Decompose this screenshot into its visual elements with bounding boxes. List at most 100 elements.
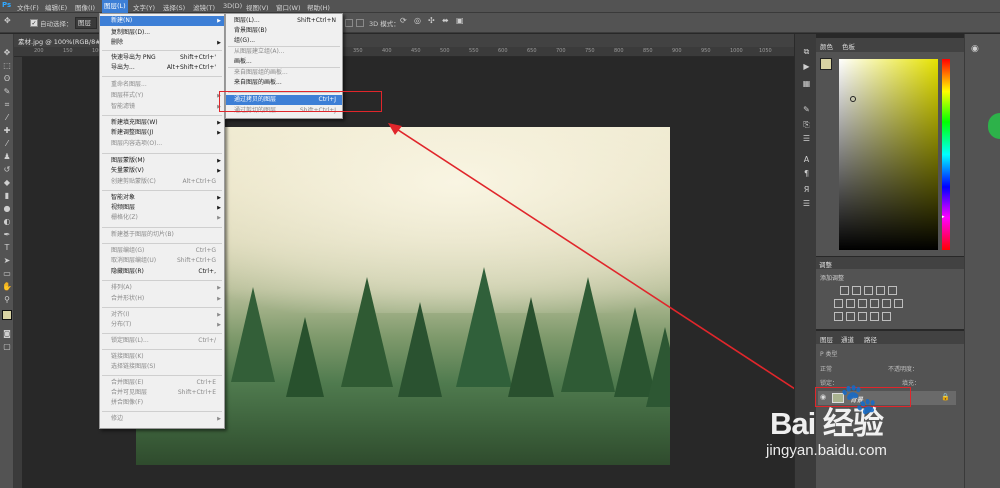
tab-color[interactable]: 颜色 [820, 41, 833, 51]
pen-icon[interactable]: ✒ [2, 230, 12, 240]
tab-paths[interactable]: 路径 [864, 334, 877, 344]
3d-roll-icon[interactable]: ◎ [414, 16, 421, 25]
eye-preview-icon[interactable]: ◉ [971, 44, 979, 54]
hue-slider[interactable]: ▸ [942, 59, 950, 250]
menu-select[interactable]: 选择(S) [163, 2, 185, 12]
layer-menu-item[interactable]: 智能对象 ▶ [100, 193, 224, 203]
layer-menu-item[interactable]: 新建(N) ▶ [100, 16, 224, 26]
vibrance-icon[interactable] [888, 286, 897, 295]
auto-select-dropdown[interactable]: 图层 [75, 17, 97, 29]
character-icon[interactable]: A [801, 154, 812, 165]
menu-window[interactable]: 窗口(W) [276, 2, 301, 12]
layer-menu-item[interactable]: 创建剪贴蒙版(C) Alt+Ctrl+G [100, 177, 224, 187]
blend-mode-select[interactable]: 正常 [820, 364, 832, 373]
3d-orbit-icon[interactable]: ⟳ [400, 16, 407, 25]
layer-menu-item[interactable]: 分布(T) ▶ [100, 320, 224, 330]
layer-menu-item[interactable]: 视频图层 ▶ [100, 203, 224, 213]
layer-menu-item[interactable]: 排列(A) ▶ [100, 283, 224, 293]
channel-mixer-icon[interactable] [882, 299, 891, 308]
new-submenu-item[interactable]: 背景图层(B) [226, 26, 342, 36]
layer-menu-item[interactable]: 快速导出为 PNG Shift+Ctrl+' [100, 53, 224, 63]
layer-menu-item[interactable]: 选择链接图层(S) [100, 362, 224, 372]
foreground-color-icon[interactable] [2, 310, 12, 320]
move-icon[interactable]: ✥ [2, 48, 12, 58]
eraser-icon[interactable]: ◆ [2, 178, 12, 188]
photo-filter-icon[interactable] [870, 299, 879, 308]
glyphs-icon[interactable]: Я [801, 184, 812, 195]
layer-comps-icon[interactable]: ⎘ [801, 119, 812, 130]
threshold-icon[interactable] [858, 312, 867, 321]
layer-menu-item[interactable]: 修边 ▶ [100, 414, 224, 424]
gradient-map-icon[interactable] [870, 312, 879, 321]
selective-color-icon[interactable] [882, 312, 891, 321]
layer-menu-item[interactable]: 智能滤镜 ▶ [100, 102, 224, 112]
layer-menu-item[interactable]: 新建填充图层(W) ▶ [100, 118, 224, 128]
align-icon[interactable] [345, 19, 353, 27]
menu-layer[interactable]: 图层(L) [102, 0, 128, 13]
layer-menu-item[interactable]: 隐藏图层(R) Ctrl+, [100, 267, 224, 277]
menu-file[interactable]: 文件(F) [17, 2, 39, 12]
menu-edit[interactable]: 编辑(E) [45, 2, 67, 12]
layer-menu-item[interactable]: 图层蒙版(M) ▶ [100, 156, 224, 166]
new-submenu-item[interactable]: 来自图层组的画板... [226, 68, 342, 78]
tab-swatches[interactable]: 色板 [842, 41, 855, 51]
healing-icon[interactable]: ✚ [2, 126, 12, 136]
levels-icon[interactable] [852, 286, 861, 295]
layer-menu-item[interactable]: 合并可见图层 Shift+Ctrl+E [100, 388, 224, 398]
layer-menu-item[interactable]: 拼合图像(F) [100, 398, 224, 408]
tab-layers[interactable]: 图层 [820, 334, 833, 344]
layer-menu-item[interactable]: 链接图层(K) [100, 352, 224, 362]
menu-type[interactable]: 文字(Y) [133, 2, 155, 12]
new-submenu-item[interactable]: 图层(L)... Shift+Ctrl+N [226, 16, 342, 26]
posterize-icon[interactable] [846, 312, 855, 321]
layer-menu-item[interactable]: 矢量蒙版(V) ▶ [100, 166, 224, 176]
distribute-icon[interactable] [356, 19, 364, 27]
layer-menu-item[interactable]: 新建基于图层的切片(B) [100, 230, 224, 240]
screen-mode-icon[interactable]: ▢ [2, 342, 12, 352]
history-brush-icon[interactable]: ↺ [2, 165, 12, 175]
brush-settings-icon[interactable]: ✎ [801, 104, 812, 115]
tab-channels[interactable]: 通道 [841, 334, 854, 344]
menu-view[interactable]: 视图(V) [246, 2, 269, 12]
black-white-icon[interactable] [858, 299, 867, 308]
adjust-sliders-icon[interactable]: ☰ [801, 133, 812, 144]
layer-menu-item[interactable]: 重命名图层... [100, 80, 224, 90]
adjustments-title[interactable]: 调整 [816, 257, 964, 269]
blur-icon[interactable]: ● [2, 204, 12, 214]
layer-menu-item[interactable]: 对齐(I) ▶ [100, 310, 224, 320]
menu-filter[interactable]: 滤镜(T) [193, 2, 215, 12]
3d-pan-icon[interactable]: ✣ [428, 16, 435, 25]
exposure-icon[interactable] [876, 286, 885, 295]
layer-kind-filter[interactable]: P 类型 [820, 349, 838, 358]
layer-menu-item[interactable]: 锁定图层(L)... Ctrl+/ [100, 336, 224, 346]
zoom-icon[interactable]: ⚲ [2, 295, 12, 305]
layer-menu-item[interactable]: 合并形状(H) ▶ [100, 294, 224, 304]
quick-select-icon[interactable]: ✎ [2, 87, 12, 97]
stamp-icon[interactable]: ♟ [2, 152, 12, 162]
dodge-icon[interactable]: ◐ [2, 217, 12, 227]
layer-menu-item[interactable]: 图层内容选项(O)... [100, 139, 224, 149]
properties-icon[interactable]: ▦ [801, 78, 812, 89]
brush-icon[interactable]: ⁄ [2, 139, 12, 149]
quick-mask-icon[interactable]: ◙ [2, 329, 12, 339]
3d-slide-icon[interactable]: ⬌ [442, 16, 449, 25]
type-icon[interactable]: T [2, 243, 12, 253]
new-submenu-item[interactable]: 画板... [226, 57, 342, 67]
hand-icon[interactable]: ✋ [2, 282, 12, 292]
menu-3d[interactable]: 3D(D) [223, 2, 242, 10]
play-icon[interactable]: ▶ [801, 61, 812, 72]
gradient-icon[interactable]: ▮ [2, 191, 12, 201]
libraries-icon[interactable]: ☰ [801, 198, 812, 209]
shape-icon[interactable]: ▭ [2, 269, 12, 279]
auto-select-checkbox[interactable]: ✓ [30, 19, 38, 27]
history-icon[interactable]: ⧉ [801, 46, 812, 57]
new-submenu-item[interactable]: 从图层建立组(A)... [226, 47, 342, 57]
curves-icon[interactable] [864, 286, 873, 295]
color-picker-cursor[interactable] [850, 96, 856, 102]
crop-icon[interactable]: ⌗ [2, 100, 12, 110]
layer-menu-item[interactable]: 取消图层编组(U) Shift+Ctrl+G [100, 256, 224, 266]
paragraph-icon[interactable]: ¶ [801, 168, 812, 179]
menu-image[interactable]: 图像(I) [75, 2, 95, 12]
layer-menu-item[interactable]: 导出为... Alt+Shift+Ctrl+' [100, 63, 224, 73]
color-lookup-icon[interactable] [894, 299, 903, 308]
